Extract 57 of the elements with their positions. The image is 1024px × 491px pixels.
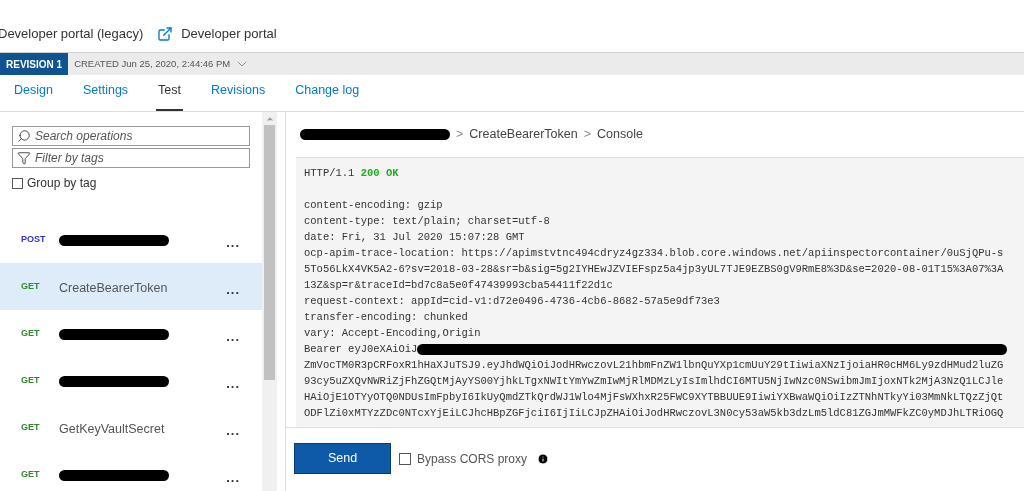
http-method: POST <box>21 232 47 246</box>
scroll-up-icon[interactable] <box>264 114 275 124</box>
header-line: vary: Accept-Encoding,Origin <box>304 326 481 341</box>
checkbox[interactable] <box>399 452 411 465</box>
scrollbar[interactable] <box>262 112 277 491</box>
header-line: Bearer eyJ0eXAiOiJ <box>304 342 418 357</box>
http-method: GET <box>21 326 41 340</box>
info-icon[interactable] <box>537 452 550 465</box>
http-method: GET <box>21 279 41 293</box>
breadcrumb-item[interactable]: CreateBearerToken <box>469 125 578 144</box>
send-button[interactable]: Send <box>294 443 391 474</box>
checkbox-label: Group by tag <box>27 175 97 192</box>
more-options[interactable]: ... <box>226 467 240 488</box>
operation-name: GetKeyVaultSecret <box>59 421 165 436</box>
tab[interactable]: Change log <box>293 81 362 111</box>
more-options[interactable]: ... <box>226 420 240 441</box>
more-options[interactable]: ... <box>226 373 240 394</box>
http-method: GET <box>21 373 41 387</box>
header-line: content-type: text/plain; charset=utf-8 <box>304 214 550 229</box>
header-line: ZmVocTM0R3pCRFoxR1hHaXJuTSJ9.eyJhdWQiOiJodHRwczovL21hbmFnZW1lbnQuYXp1cmUuY29tIiwiaXNzIjoiaHR0cHM6Ly9zdHMud2luZG <box>304 358 1004 373</box>
header-line: transfer-encoding: chunked <box>304 310 468 325</box>
search-field[interactable]: Search operations <box>12 126 250 146</box>
search-icon <box>17 129 31 143</box>
more-options[interactable]: ... <box>226 279 240 300</box>
header-line: 5To56LkX4VK5A2-6?sv=2018-03-28&sr=b&sig=5g2IYHEwJZVIEFspz5a4jp3yUL7TJE9EZBS0gV9RmE8%3D&se=2020-08-01T15%3A07%3A <box>304 262 1004 277</box>
http-method: GET <box>21 420 41 434</box>
filter-field[interactable]: Filter by tags <box>12 148 250 168</box>
operation-name: CreateBearerToken <box>59 280 168 295</box>
status-line: HTTP/1.1 200 OK <box>304 166 400 181</box>
tab[interactable]: Test <box>156 81 184 111</box>
checkbox[interactable] <box>12 177 23 189</box>
filter-input[interactable]: Filter by tags <box>35 149 245 167</box>
header-line: HAiOjE1OTYyOTQ0NDUsImFpbyI6IkUyQmdZTkQrdWJ1Wlo4MjFsWXhxR25FWC9XYTBBUUE9IiwiYXBwaWQiOiIzZTNhNTkyYi03MmNkLTQzZjQt <box>304 390 1004 405</box>
portal-link[interactable]: Developer portal <box>157 24 277 44</box>
more-options[interactable]: ... <box>226 232 240 253</box>
tab[interactable]: Revisions <box>209 81 268 111</box>
header-line: ODFlZi0xMTYzZDc0NTcxYjEiLCJhcHBpZGFjciI6IjIiLCJpZHAiOiJodHRwczovL3N0cy53aW5kb3dzLm5ldC81ZGJmMWFkZC0yMDJhLTRiOGQ <box>304 406 1004 421</box>
http-method: GET <box>21 467 41 481</box>
breadcrumb-separator: > <box>583 126 592 144</box>
checkbox-label: Bypass CORS proxy <box>417 450 528 468</box>
revision-created: CREATED Jun 25, 2020, 2:44:46 PM <box>74 56 231 71</box>
header-line: 13Z&sp=r&traceId=bd7c8a5e0f47439993cba54411f22d1c <box>304 278 613 293</box>
header-line: content-encoding: gzip <box>304 198 443 213</box>
scrollbar-thumb[interactable] <box>264 125 275 380</box>
tab[interactable]: Design <box>12 81 55 111</box>
header-line: date: Fri, 31 Jul 2020 15:07:28 GMT <box>304 230 525 245</box>
search-input[interactable]: Search operations <box>35 127 245 145</box>
more-options[interactable]: ... <box>226 326 240 347</box>
header-line: request-context: appId=cid-v1:d72e0496-4736-4cb6-8682-57a5e9df73e3 <box>304 294 720 309</box>
breadcrumb-separator: > <box>456 126 464 144</box>
header-line: ocp-apim-trace-location: https://apimstvtnc494cdryz4gz334.blob.core.windows.net/apiinspectorcontainer/0uSjQPu-s <box>304 246 1004 261</box>
breadcrumb-item: Console <box>597 126 643 144</box>
revision-badge: REVISION 1 <box>0 53 69 75</box>
header-line: 93cy5uZXQvNWRiZjFhZGQtMjAyYS00YjhkLTgxNWItYmYwZmIwMjRlMDMzLyIsImlhdCI6MTU5NjIwNzc0NSwibmJmIjoxNTk2MjA3NzQ1LCJle <box>304 374 1004 389</box>
tab[interactable]: Settings <box>80 81 131 111</box>
filter-icon <box>17 151 31 165</box>
operation-item[interactable]: GET CreateBearerToken ... <box>0 263 262 310</box>
